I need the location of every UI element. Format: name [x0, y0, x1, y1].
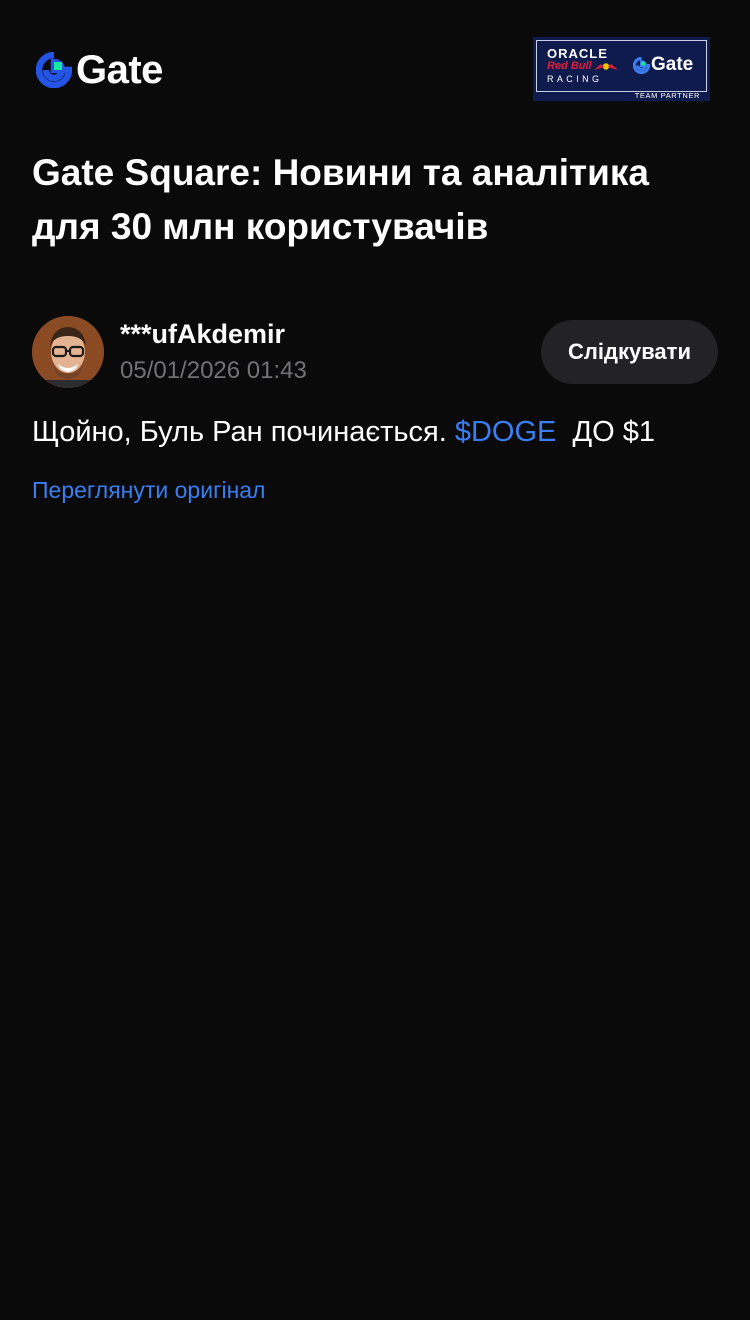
gate-logo-icon: [36, 52, 72, 88]
page-title: Gate Square: Новини та аналітика для 30 …: [32, 152, 649, 247]
redbull-wordmark: Red Bull: [547, 60, 592, 72]
top-header: Gate ORACLE Red Bull RACING Gate TEAM PA…: [0, 0, 750, 130]
redbull-bulls-icon: [594, 63, 618, 70]
view-original-link[interactable]: Переглянути оригінал: [32, 474, 265, 506]
follow-button[interactable]: Слідкувати: [541, 320, 718, 384]
racing-wordmark: RACING: [547, 74, 603, 84]
ticker-link-doge[interactable]: $DOGE: [455, 416, 557, 448]
gate-logo[interactable]: Gate: [36, 50, 163, 90]
post-text-prefix: Щойно, Буль Ран починається.: [32, 416, 455, 448]
post-body: Щойно, Буль Ран починається. $DOGE ДО $1: [32, 410, 718, 454]
partner-badge-frame: ORACLE Red Bull RACING Gate: [536, 40, 707, 92]
partner-gate-text: Gate: [651, 54, 694, 75]
author-name[interactable]: ***ufAkdemir: [120, 318, 285, 350]
oracle-wordmark: ORACLE: [547, 46, 608, 61]
post-text-suffix: ДО $1: [556, 416, 656, 448]
gate-logo-small-icon: [633, 56, 650, 74]
partner-gate-logo: Gate: [633, 55, 693, 75]
avatar[interactable]: [32, 316, 104, 388]
team-partner-label: TEAM PARTNER: [634, 91, 700, 100]
post-author-row: ***ufAkdemir 05/01/2026 01:43 Слідкувати: [32, 316, 718, 388]
partner-badge[interactable]: ORACLE Red Bull RACING Gate TEAM PARTNER: [533, 37, 710, 101]
avatar-image: [32, 316, 104, 388]
logo-text: Gate: [76, 48, 163, 92]
post-timestamp: 05/01/2026 01:43: [120, 357, 307, 384]
